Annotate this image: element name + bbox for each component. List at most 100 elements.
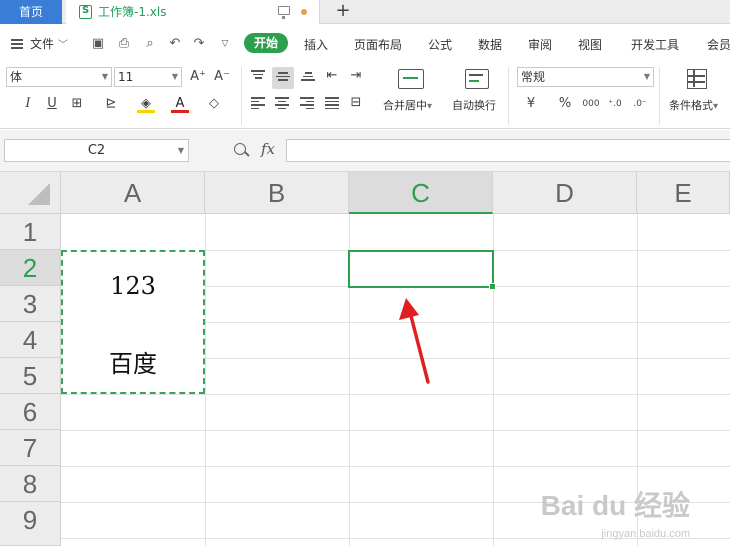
- formula-bar: C2 ▼ fx: [0, 130, 730, 172]
- conditional-format-icon[interactable]: [687, 69, 707, 89]
- caret-down-icon: ▼: [177, 146, 184, 155]
- increase-indent-icon[interactable]: ⇥: [347, 67, 365, 85]
- insert-function-icon[interactable]: fx: [261, 140, 275, 158]
- currency-icon[interactable]: ¥: [522, 95, 540, 113]
- undo-icon[interactable]: ↶: [168, 37, 182, 51]
- wrap-text-button[interactable]: 自动换行: [452, 97, 496, 113]
- italic-icon[interactable]: I: [19, 95, 37, 113]
- align-center-icon[interactable]: [273, 94, 291, 112]
- red-arrow-annotation: [399, 298, 430, 384]
- thousands-separator-icon[interactable]: 000: [581, 95, 601, 113]
- column-header-a[interactable]: A: [61, 172, 205, 214]
- caret-down-icon: ▼: [171, 72, 178, 81]
- increase-font-icon[interactable]: A⁺: [189, 68, 207, 86]
- tab-bar: 首页 S 工作簿-1.xls +: [0, 0, 730, 24]
- distributed-align-icon[interactable]: ⊟: [347, 94, 365, 112]
- grid-line: [205, 214, 206, 546]
- select-all-corner[interactable]: [0, 172, 61, 214]
- row-header-4[interactable]: 4: [0, 322, 61, 358]
- conditional-format-button[interactable]: 条件格式▾: [669, 97, 718, 113]
- grid-line: [61, 430, 730, 431]
- spreadsheet-file-icon: S: [79, 5, 92, 19]
- name-box[interactable]: C2 ▼: [4, 139, 189, 162]
- row-header-9[interactable]: 9: [0, 502, 61, 546]
- font-size-value: 11: [118, 70, 134, 84]
- conditional-format-label: 条件格式: [669, 99, 713, 112]
- copy-marquee: [61, 250, 205, 394]
- ribbon-separator: [508, 67, 509, 125]
- decrease-font-icon[interactable]: A⁻: [213, 68, 231, 86]
- eraser-icon[interactable]: ◇: [205, 95, 223, 113]
- name-box-value: C2: [87, 143, 106, 158]
- fill-color-icon[interactable]: ◈: [137, 95, 155, 113]
- unsaved-dot-icon: [301, 9, 307, 15]
- column-header-b[interactable]: B: [205, 172, 349, 214]
- menu-tab-data[interactable]: 数据: [478, 36, 502, 53]
- print-preview-icon[interactable]: ⌕: [143, 37, 157, 51]
- chevron-down-icon: ﹀: [57, 40, 68, 51]
- ribbon-separator: [241, 67, 242, 125]
- save-icon[interactable]: ▣: [91, 37, 105, 51]
- font-name-select[interactable]: 体 ▼: [6, 67, 112, 87]
- ribbon: 体 ▼ 11 ▼ A⁺ A⁻ I U ⊞ ⊵ ◈ A ◇ ⇤ ⇥ ⊟ 合并居中▾ 自…: [0, 63, 730, 129]
- monitor-icon[interactable]: [278, 6, 290, 19]
- redo-icon[interactable]: ↷: [192, 37, 206, 51]
- row-header-7[interactable]: 7: [0, 430, 61, 466]
- row-header-3[interactable]: 3: [0, 286, 61, 322]
- menu-tab-review[interactable]: 审阅: [528, 36, 552, 53]
- align-top-icon[interactable]: [249, 67, 267, 85]
- zoom-icon[interactable]: [234, 143, 246, 155]
- font-size-select[interactable]: 11 ▼: [114, 67, 182, 87]
- tab-document[interactable]: S 工作簿-1.xls: [66, 0, 320, 24]
- row-header-6[interactable]: 6: [0, 394, 61, 430]
- align-left-icon[interactable]: [249, 94, 267, 112]
- menu-tab-home[interactable]: 开始: [244, 33, 288, 53]
- align-bottom-icon[interactable]: [299, 67, 317, 85]
- merge-center-icon[interactable]: [398, 69, 424, 89]
- row-header-2[interactable]: 2: [0, 250, 61, 286]
- watermark-url: jingyan.baidu.com: [601, 528, 690, 540]
- column-header-c[interactable]: C: [349, 172, 493, 214]
- column-header-e[interactable]: E: [637, 172, 730, 214]
- font-name-value: 体: [10, 70, 23, 84]
- new-tab-button[interactable]: +: [330, 0, 356, 24]
- row-header-5[interactable]: 5: [0, 358, 61, 394]
- menu-tab-formulas[interactable]: 公式: [428, 36, 452, 53]
- menu-tab-developer[interactable]: 开发工具: [631, 36, 679, 53]
- row-header-1[interactable]: 1: [0, 214, 61, 250]
- file-menu[interactable]: 文件 ﹀: [30, 35, 68, 52]
- menu-tab-page-layout[interactable]: 页面布局: [354, 36, 402, 53]
- column-header-d[interactable]: D: [493, 172, 637, 214]
- menu-tab-view[interactable]: 视图: [578, 36, 602, 53]
- align-middle-icon[interactable]: [272, 67, 294, 89]
- customize-toolbar-icon[interactable]: ▽: [218, 37, 232, 51]
- menu-tab-member[interactable]: 会员: [707, 36, 730, 53]
- decrease-decimal-icon[interactable]: .0⁻: [631, 95, 649, 113]
- print-icon[interactable]: ⎙: [117, 37, 131, 51]
- caret-down-icon: ▼: [101, 72, 108, 81]
- increase-decimal-icon[interactable]: ⁺.0: [606, 95, 624, 113]
- font-color-icon[interactable]: A: [171, 95, 189, 113]
- caret-down-icon: ▼: [643, 72, 650, 81]
- formula-input[interactable]: [286, 139, 730, 162]
- number-format-select[interactable]: 常规 ▼: [517, 67, 654, 87]
- selected-cell-c2[interactable]: [348, 250, 496, 290]
- row-header-8[interactable]: 8: [0, 466, 61, 502]
- underline-icon[interactable]: U: [43, 95, 61, 113]
- align-right-icon[interactable]: [298, 94, 316, 112]
- wrap-text-icon[interactable]: [465, 69, 489, 89]
- ribbon-separator: [659, 67, 660, 125]
- watermark-logo: Bai du 经验: [540, 490, 690, 521]
- percent-icon[interactable]: %: [556, 95, 574, 113]
- file-menu-label: 文件: [30, 37, 55, 51]
- fill-effect-icon[interactable]: ⊵: [102, 95, 120, 113]
- number-format-value: 常规: [521, 70, 546, 84]
- grid-line: [61, 466, 730, 467]
- merge-center-button[interactable]: 合并居中▾: [383, 97, 432, 113]
- menu-tab-insert[interactable]: 插入: [304, 36, 328, 53]
- tab-home[interactable]: 首页: [0, 0, 62, 24]
- hamburger-icon[interactable]: [11, 39, 23, 49]
- decrease-indent-icon[interactable]: ⇤: [323, 67, 341, 85]
- justify-icon[interactable]: [323, 94, 341, 112]
- border-icon[interactable]: ⊞: [68, 95, 86, 113]
